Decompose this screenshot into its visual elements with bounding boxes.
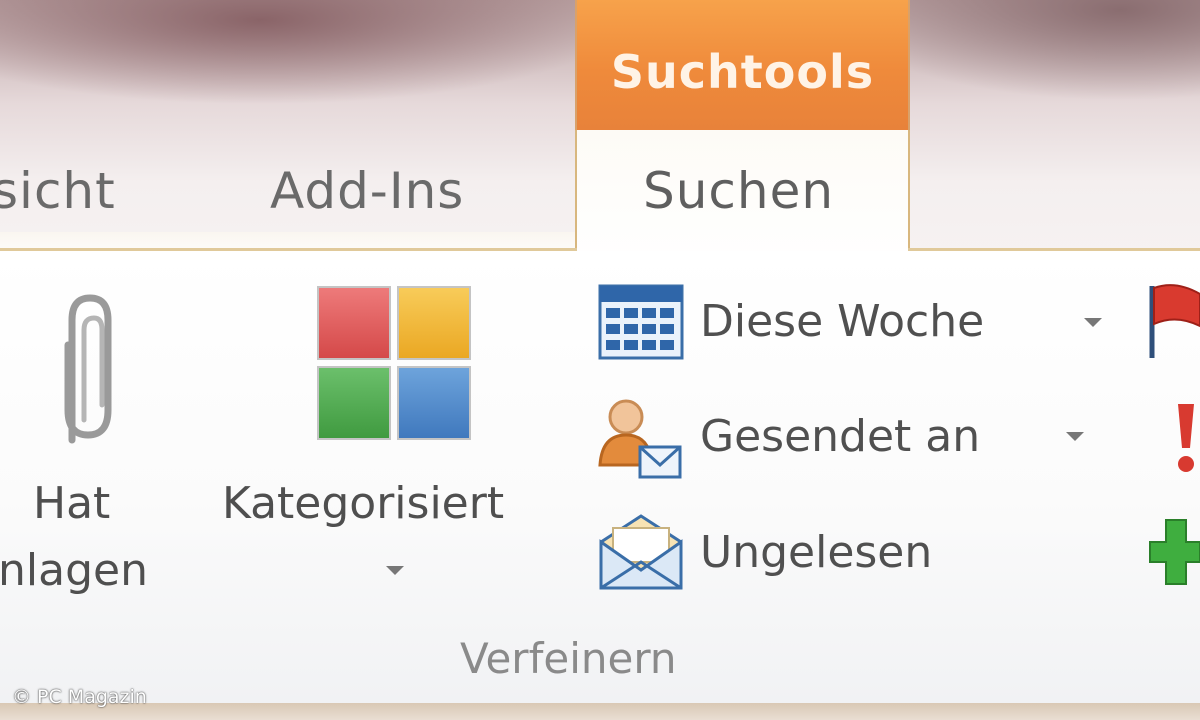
- group-label-verfeinern: Verfeinern: [460, 634, 677, 683]
- tab-suchen[interactable]: Suchen: [575, 130, 910, 265]
- diese-woche-label: Diese Woche: [700, 296, 985, 347]
- contextual-tab-group-header: Suchtools: [575, 0, 910, 130]
- kategorisiert-label: Kategorisiert: [222, 478, 505, 529]
- chevron-down-icon: [1084, 318, 1102, 327]
- tab-suchen-label: Suchen: [643, 162, 835, 220]
- flag-icon[interactable]: [1146, 280, 1200, 360]
- chevron-down-icon: [1066, 432, 1084, 441]
- tab-ansicht[interactable]: sicht: [0, 162, 116, 220]
- envelope-icon: [599, 514, 683, 590]
- ungelesen-label: Ungelesen: [700, 527, 933, 578]
- hat-anlagen-label-line2: nlagen: [0, 545, 148, 596]
- tab-add-ins[interactable]: Add-Ins: [270, 162, 464, 220]
- exclamation-icon[interactable]: [1170, 400, 1200, 476]
- categories-icon: [317, 286, 471, 440]
- paperclip-icon: [64, 294, 112, 444]
- hat-anlagen-label-line1: Hat: [33, 478, 111, 529]
- ribbon-bottom-edge: [0, 703, 1200, 720]
- plus-icon[interactable]: [1148, 516, 1200, 588]
- chevron-down-icon: [386, 566, 404, 575]
- calendar-icon: [598, 284, 684, 360]
- contextual-tab-group-title: Suchtools: [610, 45, 875, 99]
- watermark: © PC Magazin: [12, 686, 147, 708]
- sent-to-person-icon: [598, 399, 682, 479]
- gesendet-an-label: Gesendet an: [700, 411, 981, 462]
